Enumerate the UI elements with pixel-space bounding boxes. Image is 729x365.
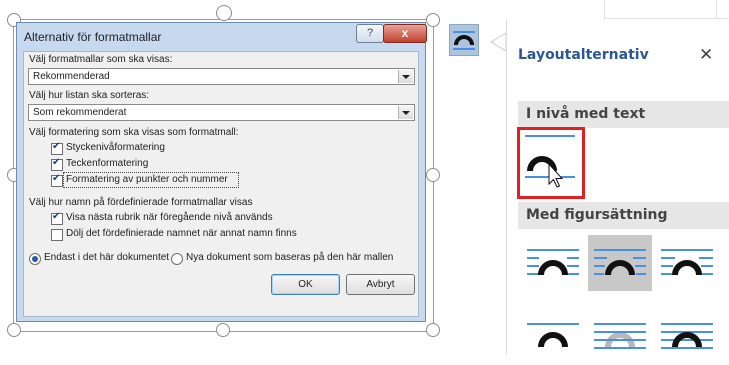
resize-handle-right[interactable] xyxy=(426,168,440,182)
pane-pointer xyxy=(490,33,507,51)
option-wrap-top-bottom[interactable] xyxy=(521,309,585,365)
radio-this-document[interactable] xyxy=(29,253,41,265)
section-wrap-label: Med figursättning xyxy=(526,207,668,223)
wrap-through-icon xyxy=(661,249,713,276)
in-front-of-text-icon xyxy=(661,323,713,349)
sort-value: Som rekommenderat xyxy=(33,107,127,118)
doc-gridline xyxy=(716,0,717,19)
radio-new-documents[interactable] xyxy=(171,253,183,265)
checkbox-list-format[interactable] xyxy=(51,173,63,187)
resize-handle-bottom-left[interactable] xyxy=(7,323,21,337)
sort-dropdown[interactable]: Som rekommenderat xyxy=(28,104,415,121)
hide-builtin-name-label: Dölj det fördefinierade namnet när annat… xyxy=(66,228,297,239)
wrap-square-icon xyxy=(527,249,579,276)
highlight-box xyxy=(517,127,585,199)
pane-title: Layoutalternativ xyxy=(518,47,649,63)
option-wrap-square[interactable] xyxy=(521,235,585,291)
doc-gridline xyxy=(604,0,605,19)
wrap-tight-icon xyxy=(594,249,646,276)
checkbox-paragraph-format[interactable] xyxy=(51,141,63,155)
chevron-down-icon[interactable] xyxy=(398,106,413,119)
show-styles-dropdown[interactable]: Rekommenderad xyxy=(28,68,415,85)
list-format-label: Formatering av punkter och nummer xyxy=(66,174,228,185)
dialog-body: Välj formatmallar som ska visas: Rekomme… xyxy=(23,51,419,317)
this-document-label: Endast i det här dokumentet xyxy=(44,252,170,263)
dialog-title: Alternativ för formatmallar xyxy=(24,30,162,44)
chevron-down-icon[interactable] xyxy=(398,70,413,83)
option-in-front-of-text[interactable] xyxy=(655,309,719,365)
show-styles-value: Rekommenderad xyxy=(33,71,110,82)
dialog-close-button[interactable]: x xyxy=(383,24,427,43)
sort-label: Välj hur listan ska sorteras: xyxy=(29,90,150,101)
show-next-heading-label: Visa nästa rubrik när föregående nivå an… xyxy=(66,212,273,223)
checkbox-character-format[interactable] xyxy=(51,157,63,171)
wrap-top-bottom-icon xyxy=(527,323,579,348)
checkbox-hide-builtin-name[interactable] xyxy=(51,229,63,241)
resize-handle-bottom-right[interactable] xyxy=(426,323,440,337)
help-button[interactable]: ? xyxy=(356,24,384,43)
names-label: Välj hur namn på fördefinierade formatma… xyxy=(29,197,253,208)
option-behind-text[interactable] xyxy=(588,309,652,365)
resize-handle-top-right[interactable] xyxy=(426,13,440,27)
section-wrap-header: Med figursättning xyxy=(518,202,729,229)
show-styles-label: Välj formatmallar som ska visas: xyxy=(29,54,173,65)
inline-text-icon xyxy=(453,31,475,50)
close-icon[interactable]: ✕ xyxy=(699,45,713,65)
section-inline-header: I nivå med text xyxy=(518,101,729,128)
checkbox-show-next-heading[interactable] xyxy=(51,211,63,225)
new-documents-label: Nya dokument som baseras på den här mall… xyxy=(186,252,394,263)
ok-button[interactable]: OK xyxy=(271,274,340,295)
resize-handle-bottom[interactable] xyxy=(216,323,230,337)
rotate-handle[interactable] xyxy=(216,5,232,21)
format-label: Välj formatering som ska visas som forma… xyxy=(29,127,239,138)
paragraph-format-label: Styckenivåformatering xyxy=(66,142,165,153)
cancel-button[interactable]: Avbryt xyxy=(346,274,415,295)
option-wrap-tight[interactable] xyxy=(588,235,652,291)
layout-options-button[interactable] xyxy=(449,24,479,56)
section-inline-label: I nivå med text xyxy=(526,106,646,122)
style-options-dialog: Alternativ för formatmallar ? x Välj for… xyxy=(16,22,427,322)
option-wrap-through[interactable] xyxy=(655,235,719,291)
behind-text-icon xyxy=(594,323,646,349)
character-format-label: Teckenformatering xyxy=(66,158,149,169)
